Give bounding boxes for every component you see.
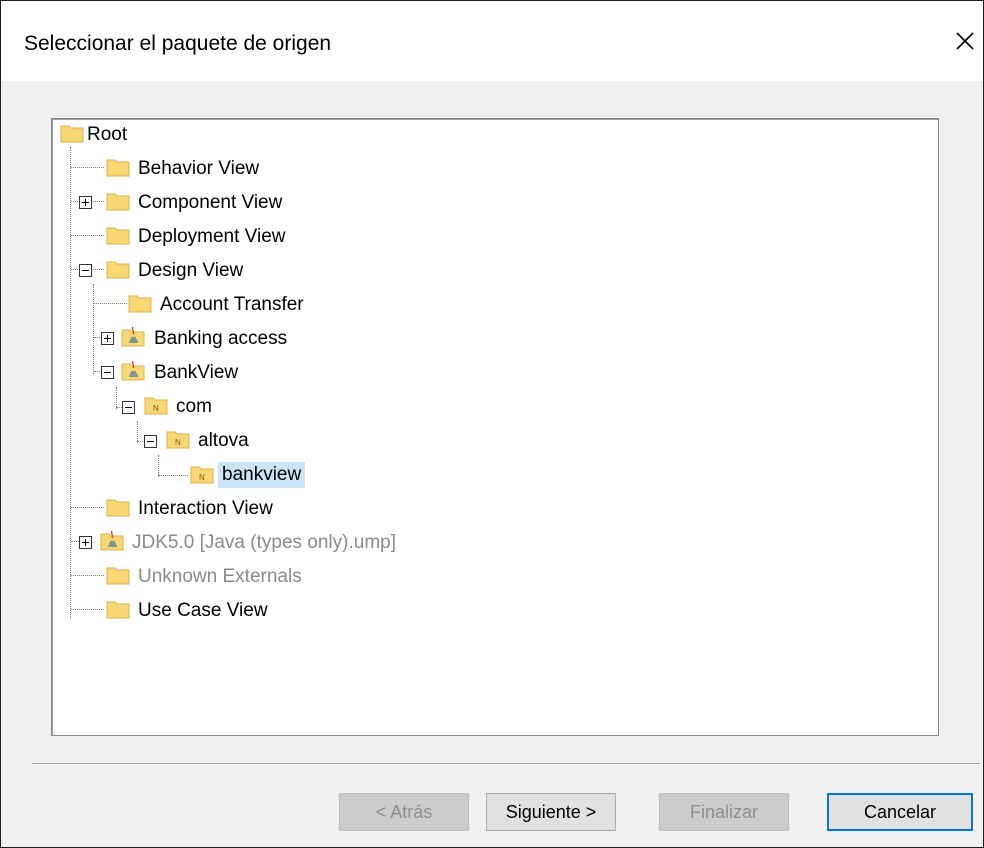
tree-node-label: Design View xyxy=(138,260,244,281)
tree-node-bankview-namespace[interactable]: N bankview xyxy=(52,459,932,488)
svg-text:N: N xyxy=(175,438,181,447)
collapse-icon[interactable] xyxy=(144,435,157,448)
folder-icon xyxy=(106,227,130,245)
tree-node-label: JDK5.0 [Java (types only).ump] xyxy=(132,532,396,553)
java-package-icon xyxy=(121,326,145,347)
tree-node-label: Behavior View xyxy=(138,158,260,179)
tree-node-root[interactable]: Root xyxy=(52,119,932,147)
back-button[interactable]: < Atrás xyxy=(339,793,469,831)
svg-text:N: N xyxy=(199,473,205,482)
tree-node-label: com xyxy=(176,396,212,417)
tree-node-label: Unknown Externals xyxy=(138,566,302,587)
tree-node-label-selected: bankview xyxy=(218,462,306,488)
folder-icon xyxy=(106,567,130,585)
dialog-title: Seleccionar el paquete de origen xyxy=(24,32,332,55)
folder-icon xyxy=(60,125,84,143)
title-bar: Seleccionar el paquete de origen xyxy=(1,1,983,81)
tree-node-label: altova xyxy=(198,430,249,451)
tree-node-com[interactable]: N com xyxy=(52,391,932,419)
folder-icon xyxy=(106,601,130,619)
finish-button[interactable]: Finalizar xyxy=(659,793,789,831)
tree-node-design-view[interactable]: Design View xyxy=(52,255,932,283)
tree-node-label: Root xyxy=(87,124,128,145)
tree-node-label: Deployment View xyxy=(138,226,286,247)
tree-node-component-view[interactable]: Component View xyxy=(52,187,932,215)
tree-node-account-transfer[interactable]: Account Transfer xyxy=(52,289,932,317)
tree-node-label: Account Transfer xyxy=(160,294,304,315)
select-source-package-dialog: Seleccionar el paquete de origen Root Be… xyxy=(0,0,984,848)
package-tree[interactable]: Root Behavior View Component View Deploy… xyxy=(51,118,939,736)
expand-icon[interactable] xyxy=(79,536,92,549)
folder-icon xyxy=(106,499,130,517)
folder-icon xyxy=(128,295,152,313)
folder-icon xyxy=(106,193,130,211)
tree-node-label: Use Case View xyxy=(138,600,268,621)
cancel-button[interactable]: Cancelar xyxy=(827,793,973,831)
expand-icon[interactable] xyxy=(101,332,114,345)
tree-node-unknown-externals[interactable]: Unknown Externals xyxy=(52,561,932,589)
namespace-folder-icon: N xyxy=(144,397,168,415)
tree-node-behavior-view[interactable]: Behavior View xyxy=(52,153,932,181)
tree-node-bankview[interactable]: BankView xyxy=(52,357,932,385)
namespace-folder-icon: N xyxy=(190,466,214,484)
svg-text:N: N xyxy=(153,404,159,413)
folder-icon xyxy=(106,261,130,279)
java-package-icon xyxy=(121,360,145,381)
next-button[interactable]: Siguiente > xyxy=(486,793,616,831)
tree-node-jdk[interactable]: JDK5.0 [Java (types only).ump] xyxy=(52,527,932,555)
tree-node-deployment-view[interactable]: Deployment View xyxy=(52,221,932,249)
java-package-icon xyxy=(100,530,124,551)
tree-node-label: Interaction View xyxy=(138,498,273,519)
collapse-icon[interactable] xyxy=(122,401,135,414)
button-separator xyxy=(32,763,980,765)
collapse-icon[interactable] xyxy=(101,366,114,379)
tree-node-interaction-view[interactable]: Interaction View xyxy=(52,493,932,521)
namespace-folder-icon: N xyxy=(166,431,190,449)
tree-node-use-case-view[interactable]: Use Case View xyxy=(52,595,932,623)
tree-node-label: BankView xyxy=(154,362,239,383)
tree-node-banking-access[interactable]: Banking access xyxy=(52,323,932,351)
folder-icon xyxy=(106,159,130,177)
tree-node-label: Component View xyxy=(138,192,283,213)
expand-icon[interactable] xyxy=(79,196,92,209)
collapse-icon[interactable] xyxy=(79,264,92,277)
close-icon[interactable] xyxy=(949,25,981,57)
tree-node-altova[interactable]: N altova xyxy=(52,425,932,453)
tree-node-label: Banking access xyxy=(154,328,288,349)
